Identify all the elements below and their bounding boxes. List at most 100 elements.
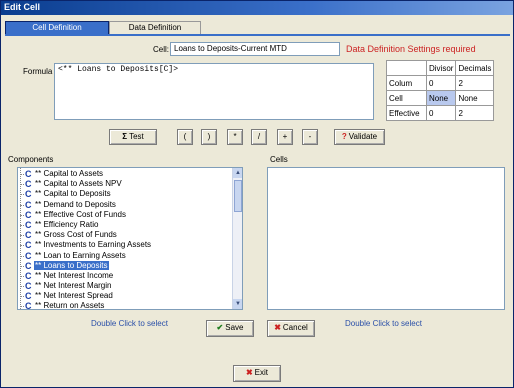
table-row-cell: Cell None None [386, 90, 495, 106]
cancel-button-label: Cancel [282, 323, 308, 332]
component-type-icon: C [25, 301, 32, 310]
save-button[interactable]: ✔ Save [206, 320, 254, 337]
formula-input[interactable]: <** Loans to Deposits[C]> [54, 63, 374, 120]
exit-button[interactable]: ✖ Exit [233, 365, 281, 382]
exit-button-label: Exit [254, 368, 269, 377]
tree-connector [20, 174, 24, 175]
list-item-label: ** Loans to Deposits [34, 260, 109, 270]
cells-list[interactable] [267, 167, 505, 310]
cells-label: Cells [270, 155, 288, 164]
divisor-value[interactable]: None [425, 90, 457, 106]
edit-cell-window: Edit Cell Cell Definition Data Definitio… [0, 0, 514, 388]
list-item-label: ** Capital to Assets NPV [35, 179, 122, 189]
list-item[interactable]: C ** Net Interest Margin [18, 281, 232, 291]
list-item[interactable]: C ** Net Interest Spread [18, 291, 232, 301]
list-item[interactable]: C ** Gross Cost of Funds [18, 230, 232, 240]
row-label: Colum [386, 75, 427, 91]
list-item-label: ** Net Interest Margin [35, 281, 112, 291]
list-item-label: ** Capital to Assets [35, 169, 104, 178]
tree-connector [20, 255, 24, 257]
list-item[interactable]: C ** Investments to Earning Assets [18, 240, 232, 250]
tree-connector [20, 265, 24, 267]
window-title: Edit Cell [4, 2, 41, 12]
test-button[interactable]: Σ Test [109, 129, 157, 145]
row-label: Cell [386, 90, 427, 106]
list-item-label: ** Investments to Earning Assets [35, 240, 152, 250]
formula-label: Formula [23, 67, 53, 76]
component-type-icon: C [25, 209, 32, 220]
list-item[interactable]: C ** Return on Assets [18, 301, 232, 310]
minus-button[interactable]: - [302, 129, 318, 145]
list-item-label: ** Capital to Deposits [35, 189, 111, 199]
header-divisor: Divisor [425, 60, 457, 76]
component-type-icon: C [25, 240, 32, 251]
list-item-label: ** Loan to Earning Assets [35, 250, 126, 260]
list-item-label: ** Effective Cost of Funds [35, 209, 127, 219]
component-type-icon: C [25, 270, 32, 281]
plus-button[interactable]: + [277, 129, 293, 145]
list-item[interactable]: C ** Capital to Assets NPV [18, 179, 232, 189]
list-item[interactable]: C ** Loan to Earning Assets [18, 251, 232, 261]
list-item[interactable]: C ** Net Interest Income [18, 271, 232, 281]
tab-data-definition[interactable]: Data Definition [109, 21, 201, 34]
exit-x-icon: ✖ [245, 368, 253, 377]
component-type-icon: C [25, 230, 32, 241]
component-type-icon: C [25, 291, 32, 302]
title-bar[interactable]: Edit Cell [1, 1, 513, 15]
list-item[interactable]: C ** Capital to Deposits [18, 189, 232, 199]
list-item[interactable]: C ** Effective Cost of Funds [18, 210, 232, 220]
validate-button[interactable]: ? Validate [334, 129, 385, 145]
tree-connector [20, 224, 24, 226]
scroll-down-icon[interactable]: ▼ [233, 299, 242, 309]
components-label: Components [8, 155, 54, 164]
multiply-button[interactable]: * [227, 129, 243, 145]
cancel-button[interactable]: ✖ Cancel [267, 320, 315, 337]
component-type-icon: C [25, 189, 32, 200]
cell-name-input[interactable]: Loans to Deposits-Current MTD [170, 42, 340, 56]
components-hint: Double Click to select [91, 319, 168, 328]
tree-connector [20, 296, 24, 298]
scroll-thumb[interactable] [234, 180, 242, 212]
header-decimals: Decimals [455, 60, 495, 76]
component-type-icon: C [25, 250, 32, 261]
component-type-icon: C [25, 281, 32, 292]
divisor-value: 0 [425, 105, 457, 121]
settings-required-warning: Data Definition Settings required [346, 44, 476, 54]
list-item-label: ** Net Interest Income [35, 270, 114, 280]
components-scrollbar[interactable]: ▲ ▼ [232, 168, 242, 309]
data-definition-table: Divisor Decimals Colum 0 2 Cell None Non… [386, 60, 495, 121]
list-item[interactable]: C ** Capital to Assets [18, 169, 232, 179]
tree-connector [20, 184, 24, 186]
tab-cell-definition[interactable]: Cell Definition [5, 21, 109, 34]
table-row-colum: Colum 0 2 [386, 75, 495, 91]
component-type-icon: C [25, 169, 32, 179]
divide-button[interactable]: / [251, 129, 267, 145]
table-header-row: Divisor Decimals [386, 60, 495, 76]
list-item-label: ** Efficiency Ratio [35, 219, 99, 229]
close-paren-button[interactable]: ) [201, 129, 217, 145]
header-blank [386, 60, 427, 76]
scroll-up-icon[interactable]: ▲ [233, 168, 242, 178]
list-item[interactable]: C ** Loans to Deposits [18, 260, 232, 271]
tab-underline [5, 34, 510, 36]
table-row-effective: Effective 0 2 [386, 105, 495, 121]
list-item-label: ** Gross Cost of Funds [35, 230, 117, 240]
component-type-icon: C [25, 260, 32, 271]
cancel-x-icon: ✖ [274, 323, 281, 332]
cells-hint: Double Click to select [345, 319, 422, 328]
list-item[interactable]: C ** Efficiency Ratio [18, 220, 232, 230]
component-type-icon: C [25, 199, 32, 210]
decimals-value[interactable]: None [455, 90, 495, 106]
divisor-value: 0 [425, 75, 457, 91]
open-paren-button[interactable]: ( [177, 129, 193, 145]
component-type-icon: C [25, 179, 32, 190]
checkmark-icon: ✔ [216, 323, 224, 332]
list-item[interactable]: C ** Demand to Deposits [18, 200, 232, 210]
tree-connector [20, 214, 24, 216]
tree-connector [20, 204, 24, 206]
tree-connector [20, 275, 24, 277]
components-items: C ** Capital to Assets C ** Capital to Asse… [18, 169, 232, 310]
question-icon: ? [341, 132, 347, 141]
components-list[interactable]: C ** Capital to Assets C ** Capital to Asse… [17, 167, 243, 310]
save-button-label: Save [225, 323, 244, 332]
